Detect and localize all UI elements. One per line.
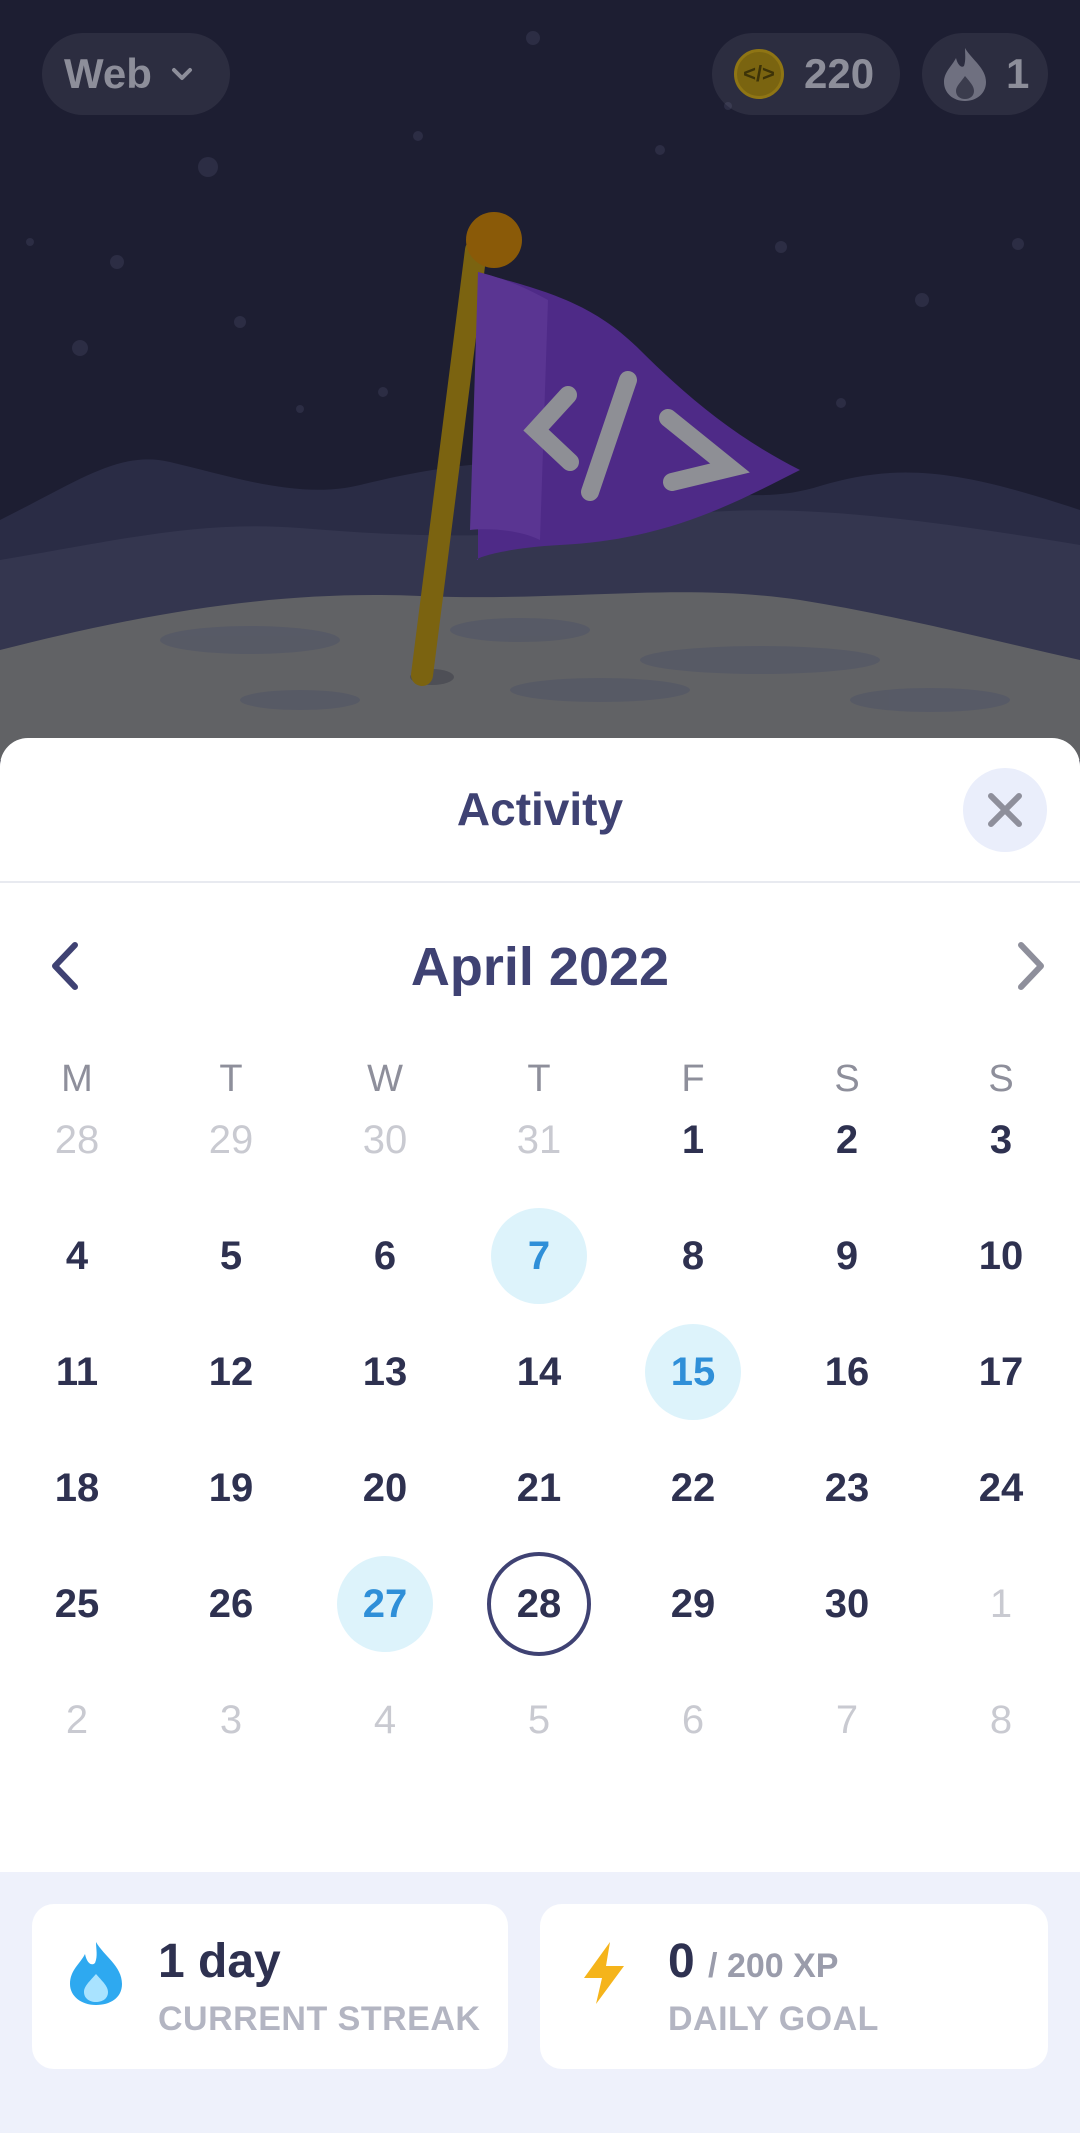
sheet-title: Activity — [456, 783, 624, 835]
coins-value: 220 — [804, 50, 875, 97]
calendar-day[interactable]: 29 — [645, 1556, 741, 1652]
calendar-day[interactable]: 13 — [337, 1324, 433, 1420]
streak-value: 1 day — [158, 1935, 281, 1988]
calendar-day[interactable]: 8 — [645, 1208, 741, 1304]
calendar-day[interactable]: 20 — [337, 1440, 433, 1536]
calendar-day: 3 — [219, 1697, 243, 1742]
streak-count: 1 — [1006, 50, 1030, 97]
calendar-day: 1 — [989, 1581, 1013, 1626]
chevron-right-icon — [1018, 942, 1044, 990]
next-month-button[interactable] — [1000, 934, 1064, 998]
goal-caption: DAILY GOAL — [668, 2000, 879, 2038]
calendar-day[interactable]: 2 — [799, 1092, 895, 1188]
calendar-day[interactable]: 6 — [337, 1208, 433, 1304]
calendar-day[interactable]: 19 — [183, 1440, 279, 1536]
calendar-day: 6 — [681, 1697, 705, 1742]
calendar-day[interactable]: 12 — [183, 1324, 279, 1420]
calendar-day[interactable]: 1 — [645, 1092, 741, 1188]
streak-card: 1 day CURRENT STREAK — [32, 1904, 508, 2069]
calendar-day[interactable]: 21 — [491, 1440, 587, 1536]
streak-counter[interactable]: 1 — [922, 33, 1048, 115]
month-navigator: April 2022 — [0, 928, 1080, 1008]
flame-icon — [944, 48, 986, 101]
calendar-day[interactable]: 24 — [953, 1440, 1049, 1536]
calendar-day[interactable]: 28 — [487, 1552, 591, 1656]
streak-flame-icon — [70, 1942, 122, 2005]
goal-total: / 200 XP — [708, 1947, 839, 1985]
lightning-icon — [584, 1942, 624, 2004]
calendar-day[interactable]: 5 — [183, 1208, 279, 1304]
calendar-day[interactable]: 14 — [491, 1324, 587, 1420]
calendar-day[interactable]: 16 — [799, 1324, 895, 1420]
daily-goal-card: 0 / 200 XP DAILY GOAL — [540, 1904, 1048, 2069]
calendar-day[interactable]: 27 — [337, 1556, 433, 1652]
calendar-day[interactable]: 7 — [491, 1208, 587, 1304]
coin-icon: </> — [734, 49, 784, 99]
chevron-down-icon — [171, 68, 192, 80]
calendar-day: 29 — [208, 1117, 254, 1162]
calendar-day[interactable]: 3 — [953, 1092, 1049, 1188]
calendar-day: 4 — [373, 1697, 397, 1742]
calendar-day[interactable]: 30 — [799, 1556, 895, 1652]
calendar-day[interactable]: 4 — [29, 1208, 125, 1304]
close-button[interactable] — [963, 768, 1047, 852]
calendar-day: 2 — [65, 1697, 89, 1742]
calendar-day[interactable]: 10 — [953, 1208, 1049, 1304]
track-selector-label: Web — [64, 50, 152, 97]
calendar-day[interactable]: 25 — [29, 1556, 125, 1652]
calendar-day: 30 — [362, 1117, 408, 1162]
coins-counter[interactable]: </> 220 — [712, 33, 900, 115]
month-label: April 2022 — [410, 937, 670, 997]
track-selector[interactable]: Web — [42, 33, 230, 115]
calendar-day: 7 — [835, 1697, 859, 1742]
sheet-header: Activity — [0, 738, 1080, 883]
calendar-day: 5 — [527, 1697, 551, 1742]
streak-caption: CURRENT STREAK — [158, 2000, 481, 2038]
calendar-day[interactable]: 11 — [29, 1324, 125, 1420]
calendar-day[interactable]: 22 — [645, 1440, 741, 1536]
calendar-day: 28 — [54, 1117, 100, 1162]
goal-value: 0 — [668, 1935, 695, 1988]
goal-progress: 0 / 200 XP — [668, 1934, 838, 1989]
close-icon — [988, 793, 1022, 827]
calendar-day[interactable]: 23 — [799, 1440, 895, 1536]
stats-footer: 1 day CURRENT STREAK 0 / 200 XP DAILY GO… — [0, 1872, 1080, 2133]
calendar-day[interactable]: 26 — [183, 1556, 279, 1652]
calendar-day[interactable]: 15 — [645, 1324, 741, 1420]
calendar-day: 31 — [516, 1117, 562, 1162]
calendar-day[interactable]: 18 — [29, 1440, 125, 1536]
calendar-day: 8 — [989, 1697, 1013, 1742]
calendar-day[interactable]: 9 — [799, 1208, 895, 1304]
calendar-day[interactable]: 17 — [953, 1324, 1049, 1420]
